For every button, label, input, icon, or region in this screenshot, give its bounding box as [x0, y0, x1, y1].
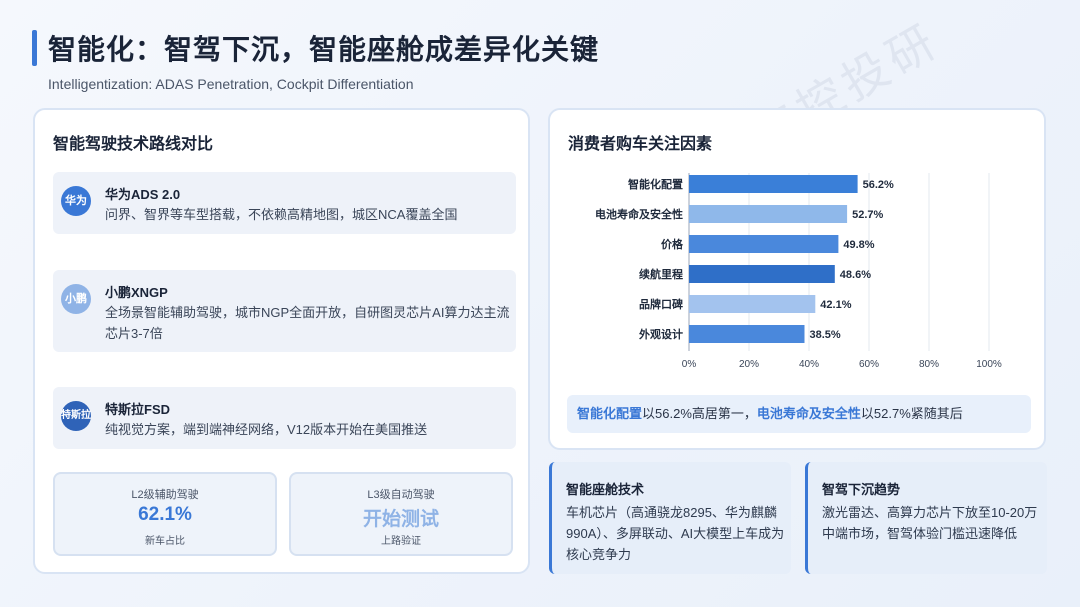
- route-xpeng: 小鹏 小鹏XNGP 全场景智能辅助驾驶，城市NGP全面开放，自研图灵芯片AI算力…: [53, 270, 516, 352]
- stat-l2: L2级辅助驾驶 62.1% 新车占比: [53, 472, 277, 556]
- huawei-icon: 华为: [61, 186, 91, 216]
- x-tick-label: 60%: [859, 359, 879, 370]
- data-label: 38.5%: [810, 329, 841, 341]
- tesla-icon: 特斯拉: [61, 401, 91, 431]
- category-label: 品牌口碑: [639, 297, 683, 311]
- x-tick-label: 0%: [682, 359, 697, 370]
- route-huawei: 华为 华为ADS 2.0 问界、智界等车型搭载，不依赖高精地图，城区NCA覆盖全…: [53, 172, 516, 234]
- stat-label: L2级辅助驾驶: [131, 489, 199, 501]
- stat-value: 开始测试: [362, 509, 439, 530]
- note-text-1: 以56.2%高居第一，: [642, 406, 757, 421]
- note-text-2: 以52.7%紧随其后: [860, 406, 963, 421]
- route-name: 特斯拉FSD: [105, 402, 171, 417]
- page-title: 智能化：智驾下沉，智能座舱成差异化关键: [48, 34, 600, 65]
- tech-route-heading: 智能驾驶技术路线对比: [53, 136, 214, 153]
- x-tick-label: 100%: [976, 359, 1002, 370]
- route-desc: 全场景智能辅助驾驶，城市NGP全面开放，自研图灵芯片AI算力达主流芯片3-7倍: [105, 305, 510, 341]
- mini-text: 激光雷达、高算力芯片下放至10-20万中端市场，智驾体验门槛迅速降低: [822, 505, 1038, 541]
- mini-title: 智驾下沉趋势: [822, 482, 901, 497]
- data-label: 48.6%: [840, 269, 871, 281]
- category-label: 外观设计: [638, 327, 683, 341]
- x-tick-label: 40%: [799, 359, 819, 370]
- adas-trend-card: 智驾下沉趋势 激光雷达、高算力芯片下放至10-20万中端市场，智驾体验门槛迅速降…: [805, 462, 1047, 574]
- bar-6: [689, 325, 805, 343]
- bar-2: [689, 205, 848, 223]
- route-tesla: 特斯拉 特斯拉FSD 纯视觉方案，端到端神经网络，V12版本开始在美国推送: [53, 387, 516, 449]
- category-label: 智能化配置: [628, 177, 683, 191]
- route-name: 华为ADS 2.0: [105, 187, 181, 202]
- purchase-factors-chart: 0% 20% 40% 60% 80% 100% 智能化配置 56.2% 电池寿命及安全性 52.7…: [595, 173, 1002, 370]
- purchase-factors-card: 消费者购车关注因素 0% 20% 40% 60% 80% 100% 智能化配置 56.2% 电池…: [548, 108, 1046, 450]
- stat-foot: 新车占比: [145, 536, 185, 547]
- route-name: 小鹏XNGP: [105, 285, 168, 300]
- bar-4: [689, 265, 835, 283]
- xpeng-icon: 小鹏: [61, 284, 91, 314]
- data-label: 52.7%: [852, 209, 883, 221]
- bar-1: [689, 175, 858, 193]
- note-highlight-1: 智能化配置: [577, 406, 643, 421]
- tech-route-card: 智能驾驶技术路线对比 华为 华为ADS 2.0 问界、智界等车型搭载，不依赖高精…: [33, 108, 530, 574]
- data-label: 42.1%: [820, 299, 851, 311]
- x-tick-label: 80%: [919, 359, 939, 370]
- data-label: 56.2%: [863, 179, 894, 191]
- stat-l3: L3级自动驾驶 开始测试 上路验证: [289, 472, 513, 556]
- stat-value: 62.1%: [138, 504, 192, 525]
- data-label: 49.8%: [843, 239, 874, 251]
- x-tick-label: 20%: [739, 359, 759, 370]
- category-label: 价格: [661, 237, 684, 251]
- route-desc: 纯视觉方案，端到端神经网络，V12版本开始在美国推送: [105, 422, 428, 437]
- page-subtitle: Intelligentization: ADAS Penetration, Co…: [48, 76, 414, 92]
- stat-foot: 上路验证: [381, 536, 421, 547]
- category-label: 续航里程: [639, 267, 683, 281]
- mini-text: 车机芯片（高通骁龙8295、华为麒麟990A）、多屏联动、AI大模型上车成为核心…: [566, 505, 785, 562]
- bar-3: [689, 235, 839, 253]
- category-label: 电池寿命及安全性: [595, 207, 683, 221]
- bar-5: [689, 295, 816, 313]
- note-highlight-2: 电池寿命及安全性: [756, 406, 861, 421]
- cockpit-tech-card: 智能座舱技术 车机芯片（高通骁龙8295、华为麒麟990A）、多屏联动、AI大模…: [549, 462, 791, 574]
- chart-note: 智能化配置以56.2%高居第一，电池寿命及安全性以52.7%紧随其后: [567, 395, 1031, 433]
- mini-title: 智能座舱技术: [566, 482, 645, 497]
- title-accent-bar: [32, 30, 37, 66]
- route-desc: 问界、智界等车型搭载，不依赖高精地图，城区NCA覆盖全国: [105, 207, 458, 222]
- stat-label: L3级自动驾驶: [367, 489, 435, 501]
